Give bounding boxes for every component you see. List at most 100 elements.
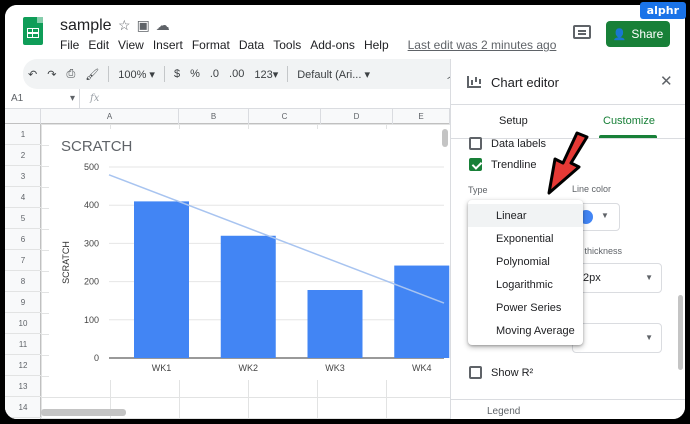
line-thickness-select[interactable]: 2px ▼ [572,263,662,293]
redo-icon[interactable]: ↷ [47,68,56,81]
chart-title: SCRATCH [61,138,132,155]
bar-wk4 [394,265,450,358]
share-button[interactable]: 👤 Share [606,21,670,47]
increase-decimal-button[interactable]: .00 [229,68,244,80]
legend-section-partial[interactable]: Legend [451,399,685,419]
undo-icon[interactable]: ↶ [28,68,37,81]
chevron-down-icon: ▼ [601,211,609,220]
currency-format-button[interactable]: $ [174,68,180,80]
scrollbar-thumb[interactable] [442,129,448,147]
font-value: Default (Ari... [297,68,362,81]
toolbar-divider [163,66,165,82]
type-option-linear[interactable]: Linear [468,204,583,227]
tab-setup[interactable]: Setup [499,115,528,127]
chart[interactable]: SCRATCH 0 100 200 300 400 500 SCRATCH WK1 WK2 WK3 W… [49,129,450,380]
vertical-scrollbar[interactable] [442,126,448,416]
row-header-4[interactable]: 4 [5,187,41,208]
chevron-down-icon: ▼ [645,333,653,342]
toolbar-divider [108,66,110,82]
row-header-13[interactable]: 13 [5,376,41,397]
data-labels-checkbox[interactable] [469,137,482,150]
horizontal-scrollbar[interactable] [41,409,126,416]
fx-icon: fx [90,93,100,104]
cell-reference: A1 [11,93,24,104]
paint-format-icon[interactable]: 🖌 [85,68,99,81]
row-header-7[interactable]: 7 [5,250,41,271]
row-header-1[interactable]: 1 [5,124,41,145]
type-option-polynomial[interactable]: Polynomial [468,250,583,273]
column-header-e[interactable]: E [393,109,450,124]
menu-edit[interactable]: Edit [88,38,109,52]
menu-insert[interactable]: Insert [153,38,183,52]
bar-wk1 [134,201,189,358]
row-header-9[interactable]: 9 [5,292,41,313]
zoom-value: 100% [118,68,147,81]
row-header-11[interactable]: 11 [5,334,41,355]
bar-wk2 [220,235,276,358]
zoom-select[interactable]: 100% ▾ [118,68,155,81]
more-formats-button[interactable]: 123▾ [254,68,278,81]
spreadsheet-grid[interactable]: A B C D E 1 2 3 4 5 6 7 8 9 10 11 12 13 14 SCRATCH 0 10… [5,109,450,419]
app-header: sample ☆ ▣ ☁ File Edit View Insert Forma… [5,5,685,59]
close-icon[interactable]: ✕ [660,72,673,90]
row-header-12[interactable]: 12 [5,355,41,376]
column-header-d[interactable]: D [321,109,393,124]
x-tick-label: WK4 [412,363,432,373]
red-arrow-annotation-icon [547,131,589,195]
app-window: sample ☆ ▣ ☁ File Edit View Insert Forma… [5,5,685,419]
menu-tools[interactable]: Tools [273,38,301,52]
menu-data[interactable]: Data [239,38,264,52]
name-box[interactable]: A1 ▾ [5,89,80,108]
comment-history-icon[interactable] [573,25,591,39]
cloud-status-icon[interactable]: ☁ [156,17,170,34]
select-all-corner[interactable] [5,109,41,124]
formula-bar: A1 ▾ fx [5,89,450,109]
column-header-a[interactable]: A [41,109,179,124]
more-formats-label: 123 [254,68,273,81]
editor-scrollbar[interactable] [678,295,683,370]
chevron-down-icon: ▼ [645,273,653,282]
sheets-logo-icon[interactable] [23,17,43,45]
row-header-8[interactable]: 8 [5,271,41,292]
column-header-c[interactable]: C [249,109,321,124]
y-tick-label: 400 [84,200,99,210]
alphr-watermark-badge: alphr [639,2,686,19]
menu-view[interactable]: View [118,38,144,52]
chart-editor-title: Chart editor [491,75,559,90]
star-icon[interactable]: ☆ [118,17,131,34]
row-header-10[interactable]: 10 [5,313,41,334]
doc-title[interactable]: sample [60,17,112,35]
person-add-icon: 👤 [612,28,627,41]
type-option-power-series[interactable]: Power Series [468,296,583,319]
row-header-3[interactable]: 3 [5,166,41,187]
column-header-b[interactable]: B [179,109,249,124]
show-r2-checkbox[interactable] [469,366,482,379]
row-header-6[interactable]: 6 [5,229,41,250]
trendline-checkbox[interactable] [469,158,482,171]
menu-addons[interactable]: Add-ons [310,38,355,52]
tab-customize[interactable]: Customize [603,115,655,127]
row-header: 1 2 3 4 5 6 7 8 9 10 11 12 13 14 [5,124,41,419]
last-edit-link[interactable]: Last edit was 2 minutes ago [408,38,557,52]
row-header-14[interactable]: 14 [5,397,41,418]
chevron-down-icon: ▾ [272,68,279,81]
row-header-2[interactable]: 2 [5,145,41,166]
row-header-5[interactable]: 5 [5,208,41,229]
decrease-decimal-button[interactable]: .0 [210,68,219,80]
move-folder-icon[interactable]: ▣ [137,17,150,34]
print-icon[interactable]: ⎙ [66,68,75,81]
label-select[interactable]: ▼ [572,323,662,353]
font-select[interactable]: Default (Ari... ▾ [297,68,370,81]
percent-format-button[interactable]: % [190,68,200,80]
menu-file[interactable]: File [60,38,79,52]
chart-svg: SCRATCH 0 100 200 300 400 500 SCRATCH WK1 WK2 WK3 W… [61,138,450,373]
toolbar-divider [287,66,289,82]
show-r2-label: Show R² [491,367,534,379]
share-label: Share [631,27,664,41]
y-tick-label: 200 [84,277,99,287]
menu-help[interactable]: Help [364,38,389,52]
type-option-logarithmic[interactable]: Logarithmic [468,273,583,296]
type-option-exponential[interactable]: Exponential [468,227,583,250]
menu-format[interactable]: Format [192,38,230,52]
type-option-moving-average[interactable]: Moving Average [468,319,583,342]
